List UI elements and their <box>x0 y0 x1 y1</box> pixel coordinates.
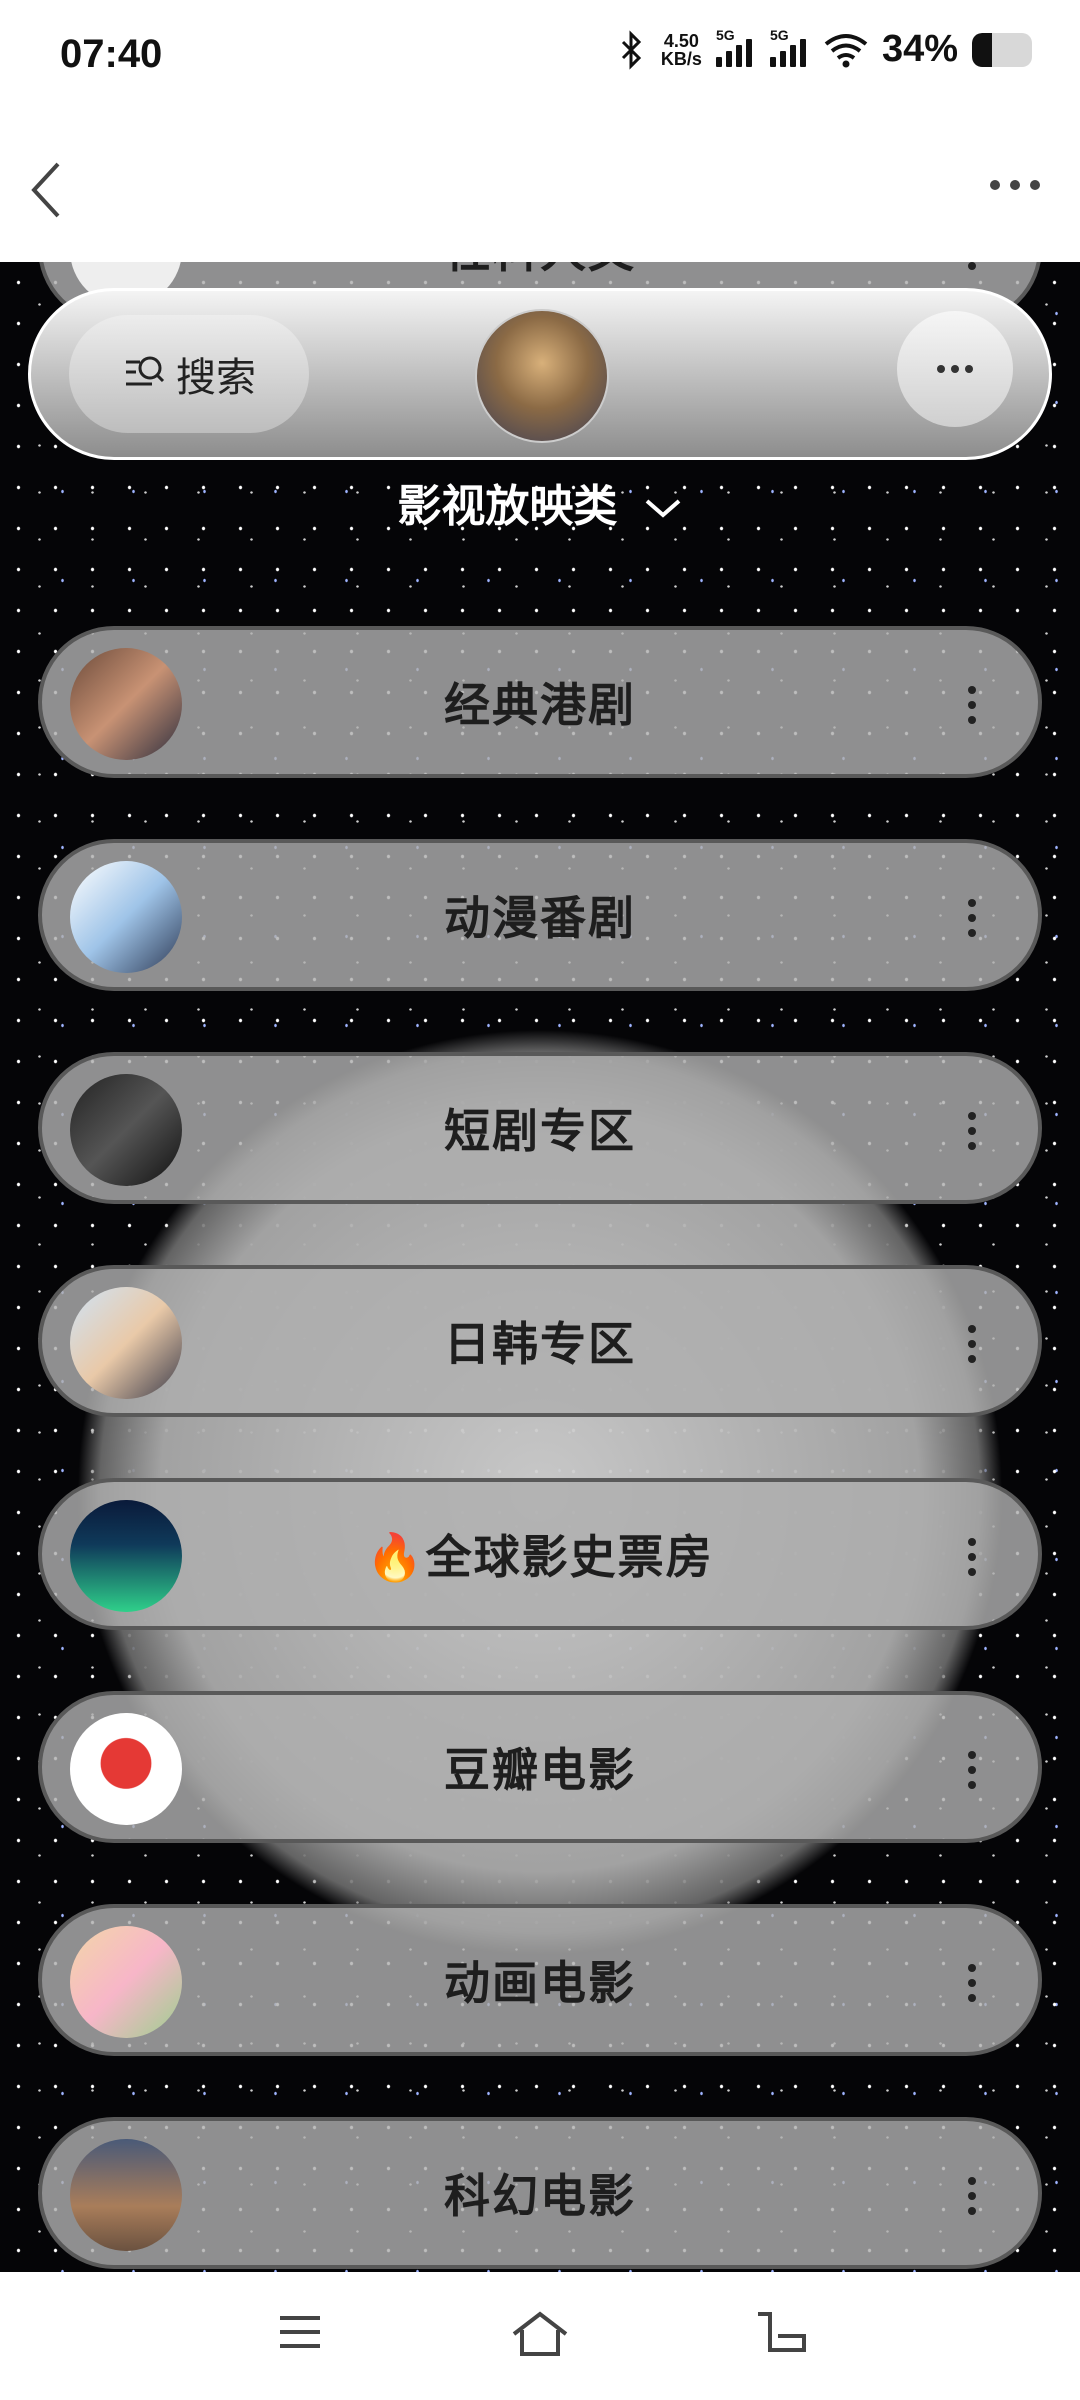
clock: 07:40 <box>60 32 163 76</box>
section-title-text: 影视放映类 <box>397 481 618 532</box>
list-item[interactable]: 经典港剧 <box>38 626 1042 778</box>
status-bar: 07:40 4.50 KB/s 5G 5G 34% <box>0 0 1080 110</box>
list-item-label: 🔥全球影史票房 <box>366 1530 714 1584</box>
list-item-label: 豆瓣电影 <box>444 1743 636 1797</box>
status-icons: 4.50 KB/s 5G 5G 34% <box>617 27 1032 71</box>
list-item-menu-icon[interactable] <box>968 1325 976 1363</box>
more-dot <box>951 365 959 373</box>
back-nav-icon[interactable] <box>756 2310 808 2356</box>
list-item[interactable]: 动漫番剧 <box>38 839 1042 991</box>
more-dot <box>937 365 945 373</box>
list-item[interactable]: 🔥全球影史票房 <box>38 1478 1042 1630</box>
wifi-icon <box>824 33 868 67</box>
net-speed-unit: KB/s <box>660 48 702 69</box>
list-item-label: 科幻电影 <box>444 2169 636 2223</box>
battery-percent: 34% <box>881 28 958 70</box>
net-speed-value: 4.50 <box>663 30 699 51</box>
back-icon[interactable] <box>28 160 68 220</box>
list-item[interactable]: 科幻电影 <box>38 2117 1042 2269</box>
bluetooth-icon <box>621 29 642 70</box>
list-item-menu-icon[interactable] <box>968 262 976 270</box>
list-item-menu-icon[interactable] <box>968 1538 976 1576</box>
list-item[interactable]: 豆瓣电影 <box>38 1691 1042 1843</box>
list-item-menu-icon[interactable] <box>968 686 976 724</box>
section-title[interactable]: 影视放映类 <box>0 470 1080 534</box>
list-item-label: 短剧专区 <box>444 1104 636 1158</box>
content-area[interactable]: 社科人文 经典港剧 动漫番剧 短剧专区 日韩专区 🔥全球影史票房 豆瓣电影 动画… <box>0 262 1080 2272</box>
list-item-menu-icon[interactable] <box>968 1112 976 1150</box>
search-label: 搜索 <box>176 355 256 401</box>
top-nav-bar <box>0 110 1080 262</box>
signal-2-label: 5G <box>769 26 789 43</box>
battery-icon <box>972 32 1032 67</box>
menu-icon[interactable] <box>276 2310 324 2354</box>
list-item-menu-icon[interactable] <box>968 1964 976 2002</box>
list-item-menu-icon[interactable] <box>968 1751 976 1789</box>
more-options-icon[interactable] <box>990 180 1040 190</box>
chevron-down-icon <box>645 499 680 518</box>
signal-1-icon: 5G <box>715 27 756 67</box>
list-item-label: 日韩专区 <box>444 1317 636 1371</box>
signal-2-icon: 5G <box>769 27 810 67</box>
list-item[interactable]: 日韩专区 <box>38 1265 1042 1417</box>
list-item-label: 经典港剧 <box>444 678 636 732</box>
list-item-label: 动画电影 <box>444 1956 636 2010</box>
list-item-menu-icon[interactable] <box>968 2177 976 2215</box>
list-item-label: 社科人文 <box>42 262 1038 281</box>
signal-1-label: 5G <box>715 26 735 43</box>
list-item[interactable]: 短剧专区 <box>38 1052 1042 1204</box>
more-dot <box>965 365 973 373</box>
search-icon <box>126 356 165 386</box>
home-icon[interactable] <box>510 2310 570 2360</box>
search-button[interactable]: 搜索 <box>69 315 309 433</box>
list-item-label: 动漫番剧 <box>444 891 636 945</box>
floating-header: 搜索 <box>28 288 1052 460</box>
more-button[interactable] <box>897 311 1013 427</box>
list-item-menu-icon[interactable] <box>968 899 976 937</box>
system-nav-bar <box>0 2272 1080 2400</box>
list-item[interactable]: 动画电影 <box>38 1904 1042 2056</box>
profile-avatar[interactable] <box>475 309 609 443</box>
network-speed: 4.50 KB/s <box>661 32 702 68</box>
